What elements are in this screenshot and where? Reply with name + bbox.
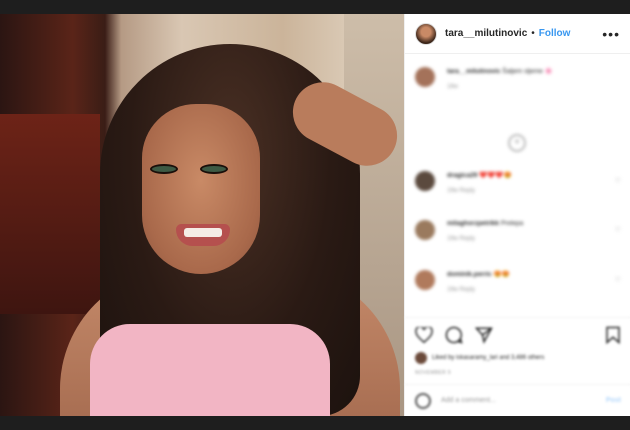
liker-avatar xyxy=(415,352,427,364)
post-side-panel: tara__milutinovic • Follow ••• tara__mil… xyxy=(404,14,630,416)
comment-avatar[interactable] xyxy=(415,270,435,290)
comment-meta: 19w Reply xyxy=(447,287,476,293)
user-avatar[interactable] xyxy=(415,22,437,45)
comment-text: ❤️❤️❤️😍 xyxy=(479,172,512,179)
post-actions: Liked by iskasaramy_lari and 3,486 other… xyxy=(405,317,630,416)
username-link[interactable]: tara__milutinovic xyxy=(445,28,527,39)
likes-text: Liked by iskasaramy_lari and 3,486 other… xyxy=(432,355,545,361)
post-header: tara__milutinovic • Follow ••• xyxy=(405,14,630,54)
comment-avatar[interactable] xyxy=(415,220,435,240)
photo-right-eye xyxy=(200,164,228,174)
comment-item: dominik.perric 😍😍 19w Reply ♡ xyxy=(415,270,621,293)
like-comment-icon[interactable]: ♡ xyxy=(615,276,621,284)
heart-icon[interactable] xyxy=(415,327,433,343)
like-comment-icon[interactable]: ♡ xyxy=(615,177,621,185)
photo-background-cabinet xyxy=(0,114,100,314)
comment-avatar[interactable] xyxy=(415,171,435,191)
action-icons-row xyxy=(405,318,630,344)
photo-face xyxy=(142,104,260,274)
comment-meta: 19w Reply xyxy=(447,188,476,194)
comment-icon[interactable] xyxy=(445,326,463,344)
follow-button[interactable]: Follow xyxy=(539,28,571,39)
comment-item: milaghorzpetrikk Prelepa 19w Reply ♡ xyxy=(415,220,621,242)
comment-text: Prelepa xyxy=(500,220,524,227)
add-comment-bar: Add a comment... Post xyxy=(405,384,630,416)
emoji-icon[interactable] xyxy=(415,392,431,409)
comment-username[interactable]: milaghorzpetrikk xyxy=(447,220,499,227)
caption-item: tara__milutinovic Šaljem sljeme 🌸 18w xyxy=(415,67,621,90)
comment-text: Šaljem sljeme 🌸 xyxy=(502,68,553,75)
comment-username[interactable]: dominik.perric xyxy=(447,271,492,278)
comment-username[interactable]: dragica29 xyxy=(447,172,477,179)
photo-pink-top xyxy=(90,324,330,416)
comment-meta: 19w Reply xyxy=(447,236,476,242)
comment-avatar[interactable] xyxy=(415,67,435,87)
separator-dot: • xyxy=(531,28,535,39)
more-options-icon[interactable]: ••• xyxy=(602,26,620,42)
bookmark-icon[interactable] xyxy=(605,326,621,344)
like-comment-icon[interactable]: ♡ xyxy=(615,226,621,234)
likes-summary[interactable]: Liked by iskasaramy_lari and 3,486 other… xyxy=(405,344,630,364)
comment-text: 😍😍 xyxy=(493,271,510,278)
photo-left-eye xyxy=(150,164,178,174)
comments-list: tara__milutinovic Šaljem sljeme 🌸 18w + … xyxy=(405,55,630,310)
add-comment-input[interactable]: Add a comment... xyxy=(441,397,496,404)
photo-teeth xyxy=(184,228,222,237)
post-comment-button[interactable]: Post xyxy=(606,397,621,404)
post-photo[interactable] xyxy=(0,14,404,416)
comment-meta: 18w xyxy=(447,84,459,90)
post-modal: tara__milutinovic • Follow ••• tara__mil… xyxy=(0,14,630,416)
comment-username[interactable]: tara__milutinovic xyxy=(447,68,500,75)
load-more-comments-icon[interactable]: + xyxy=(508,134,526,152)
share-icon[interactable] xyxy=(475,326,493,344)
comment-item: dragica29 ❤️❤️❤️😍 19w Reply ♡ xyxy=(415,171,621,194)
post-date: NOVEMBER 9 xyxy=(415,370,451,376)
